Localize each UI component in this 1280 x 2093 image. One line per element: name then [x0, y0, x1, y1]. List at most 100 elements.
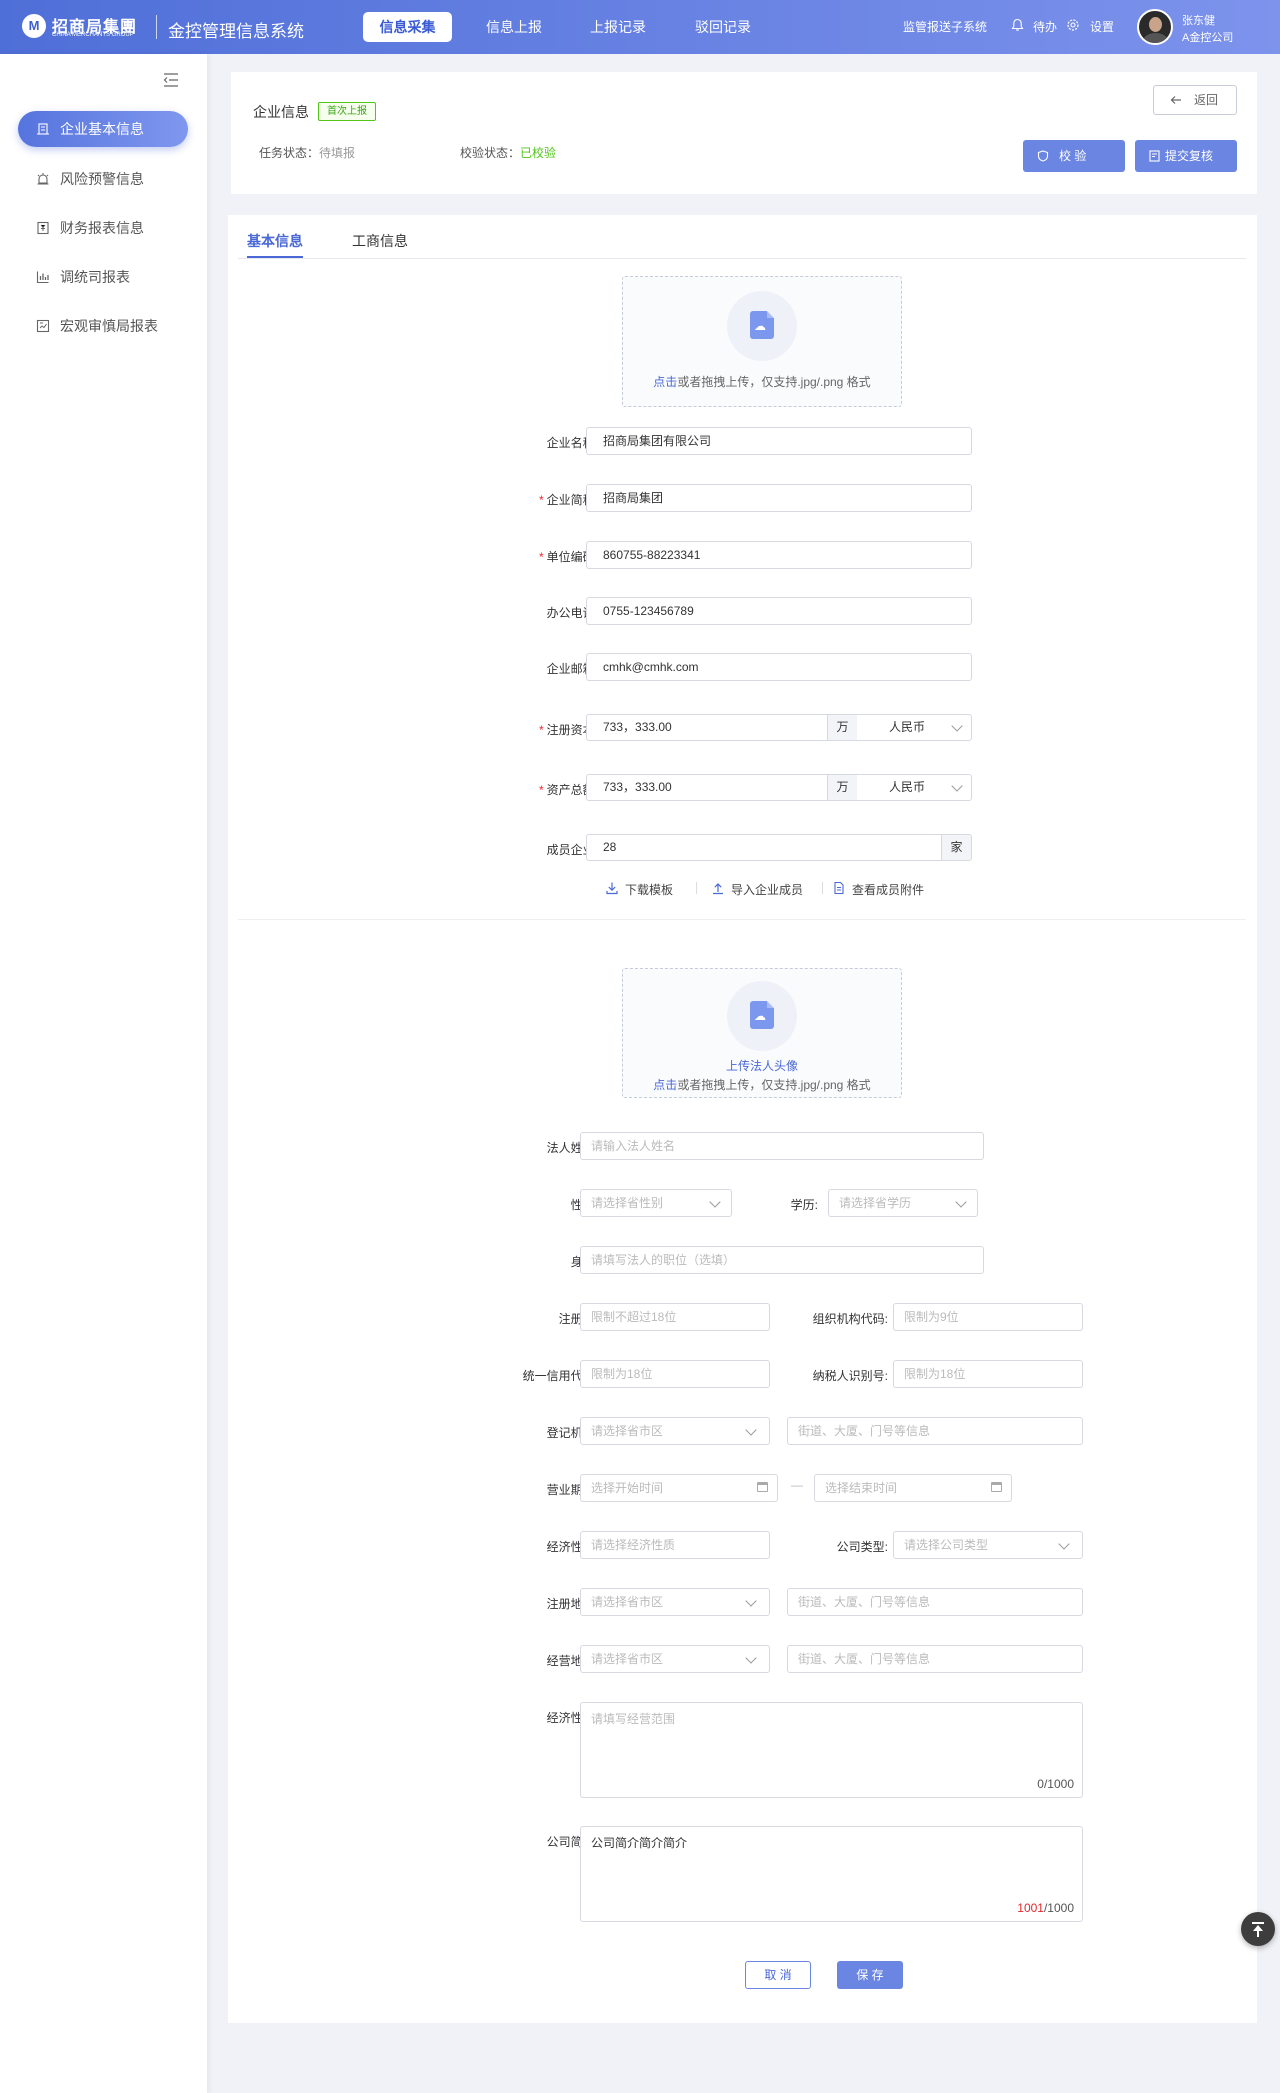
submit-review-label: 提交复核: [1165, 149, 1214, 163]
chevron-down-icon: [745, 1595, 757, 1607]
reg-authority-region-select[interactable]: 请选择省市区: [580, 1417, 770, 1445]
save-button[interactable]: 保 存: [837, 1961, 903, 1989]
legal-name-input[interactable]: 请输入法人姓名: [580, 1132, 984, 1160]
nav-info-report[interactable]: 信息上报: [474, 12, 554, 42]
todo-link[interactable]: 待办: [1033, 18, 1057, 35]
avatar[interactable]: [1137, 9, 1173, 45]
op-address-region-select[interactable]: 请选择省市区: [580, 1645, 770, 1673]
company-type-placeholder: 请选择公司类型: [904, 1538, 989, 1552]
company-type-select[interactable]: 请选择公司类型: [893, 1531, 1083, 1559]
upload-click-link[interactable]: 点击: [653, 1078, 677, 1092]
reg-address-placeholder: 请选择省市区: [591, 1595, 664, 1609]
identity-input[interactable]: 请填写法人的职位（选填）: [580, 1246, 984, 1274]
office-phone-input[interactable]: 0755-123456789: [586, 597, 972, 625]
taxpayer-id-input[interactable]: 限制为18位: [893, 1360, 1083, 1388]
sidebar-item-risk-warning[interactable]: 风险预警信息: [18, 161, 188, 197]
term-end-picker[interactable]: 选择结束时间: [814, 1474, 1012, 1502]
section-divider: [238, 919, 1246, 920]
document-icon: [834, 881, 844, 895]
import-members-label: 导入企业成员: [731, 883, 804, 897]
intro-textarea[interactable]: 公司简介简介简介 1001/1000: [580, 1826, 1083, 1922]
finance-icon: [37, 221, 49, 235]
gender-placeholder: 请选择省性别: [591, 1196, 664, 1210]
nav-info-collect[interactable]: 信息采集: [363, 12, 452, 42]
reg-authority-street-input[interactable]: 街道、大厦、门号等信息: [787, 1417, 1083, 1445]
upload-click-link[interactable]: 点击: [653, 375, 677, 389]
op-address-street-input[interactable]: 街道、大厦、门号等信息: [787, 1645, 1083, 1673]
term-start-picker[interactable]: 选择开始时间: [580, 1474, 778, 1502]
reg-address-region-select[interactable]: 请选择省市区: [580, 1588, 770, 1616]
reg-capital-field[interactable]: 733，333.00 万 人民币: [586, 714, 972, 741]
economic-nature-select[interactable]: 请选择经济性质: [580, 1531, 770, 1559]
logo-upload-area[interactable]: ☁ 点击或者拖拽上传，仅支持.jpg/.png 格式: [622, 276, 902, 407]
taxpayer-id-label: 纳税人识别号:: [812, 1369, 888, 1383]
reg-capital-currency[interactable]: 人民币: [889, 715, 925, 740]
unit-code-input[interactable]: 860755-88223341: [586, 541, 972, 569]
submit-review-button[interactable]: 提交复核: [1135, 140, 1237, 172]
download-icon: [606, 882, 618, 895]
education-select[interactable]: 请选择省学历: [828, 1189, 978, 1217]
upload-icon: ☁: [727, 981, 797, 1051]
calendar-icon: [757, 1482, 768, 1492]
tab-basic-info[interactable]: 基本信息: [247, 231, 303, 258]
sidebar-item-macro[interactable]: 宏观审慎局报表: [18, 308, 188, 344]
back-to-top-icon: [1252, 1922, 1264, 1924]
reg-no-input[interactable]: 限制不超过18位: [580, 1303, 770, 1331]
tool-separator: [696, 882, 697, 894]
edit-doc-icon: [1149, 150, 1160, 162]
menu-collapse-icon[interactable]: [162, 71, 180, 89]
bell-icon[interactable]: [1011, 18, 1024, 32]
subsystem-link[interactable]: 监管报送子系统: [903, 18, 987, 35]
cancel-button[interactable]: 取 消: [745, 1961, 811, 1989]
op-address-placeholder: 请选择省市区: [591, 1652, 664, 1666]
chevron-down-icon: [1058, 1538, 1070, 1550]
calendar-icon: [991, 1482, 1002, 1492]
bar-chart-icon: [36, 271, 49, 284]
validate-button[interactable]: 校 验: [1023, 140, 1125, 172]
company-info-card: 企业信息 首次上报 任务状态：待填报 校验状态：已校验 返回 校 验 提交复核: [231, 72, 1257, 194]
card-title: 企业信息: [253, 104, 309, 120]
term-end-placeholder: 选择结束时间: [825, 1481, 898, 1495]
upload-icon: ☁: [727, 291, 797, 361]
sidebar-item-company-basic[interactable]: 企业基本信息: [18, 111, 188, 147]
avatar-upload-area[interactable]: ☁ 上传法人头像 点击或者拖拽上传，仅支持.jpg/.png 格式: [622, 968, 902, 1098]
term-separator: —: [791, 1478, 803, 1492]
back-to-top-button[interactable]: [1241, 1912, 1275, 1946]
term-start-placeholder: 选择开始时间: [591, 1481, 664, 1495]
short-name-input[interactable]: 招商局集团: [586, 484, 972, 512]
reg-capital-value: 733，333.00: [603, 720, 672, 734]
total-assets-field[interactable]: 733，333.00 万 人民币: [586, 774, 972, 801]
sidebar-item-label: 调统司报表: [60, 269, 130, 285]
logo-divider: [156, 15, 157, 39]
settings-link[interactable]: 设置: [1090, 18, 1114, 35]
intro-char-count: 1001/1000: [1017, 1901, 1074, 1915]
tab-business-info[interactable]: 工商信息: [352, 231, 408, 257]
app-title: 金控管理信息系统: [168, 22, 304, 41]
back-button[interactable]: 返回: [1153, 85, 1237, 115]
scope-textarea[interactable]: 请填写经营范围 0/1000: [580, 1702, 1083, 1798]
scope-placeholder: 请填写经营范围: [591, 1712, 676, 1726]
nav-reject-records[interactable]: 驳回记录: [683, 12, 763, 42]
company-name-input[interactable]: 招商局集团有限公司: [586, 427, 972, 455]
email-input[interactable]: cmhk@cmhk.com: [586, 653, 972, 681]
check-status-value: 已校验: [520, 146, 557, 160]
chevron-down-icon: [955, 1196, 967, 1208]
reg-address-street-input[interactable]: 街道、大厦、门号等信息: [787, 1588, 1083, 1616]
view-attachments-label: 查看成员附件: [852, 883, 925, 897]
nav-report-records[interactable]: 上报记录: [578, 12, 658, 42]
total-assets-currency[interactable]: 人民币: [889, 775, 925, 800]
gender-select[interactable]: 请选择省性别: [580, 1189, 732, 1217]
org-code-input[interactable]: 限制为9位: [893, 1303, 1083, 1331]
chevron-down-icon: [951, 720, 963, 732]
download-template-label: 下载模板: [625, 883, 674, 897]
members-field[interactable]: 28 家: [586, 834, 972, 861]
sidebar-item-finance[interactable]: 财务报表信息: [18, 210, 188, 246]
intro-count-over: 1001: [1017, 1901, 1044, 1915]
credit-code-input[interactable]: 限制为18位: [580, 1360, 770, 1388]
task-status-value: 待填报: [319, 146, 356, 160]
task-status: 任务状态：待填报: [259, 144, 355, 161]
credit-code-label: 统一信用代码:: [522, 1369, 598, 1383]
tab-divider: [238, 258, 1246, 259]
sidebar-item-statistics[interactable]: 调统司报表: [18, 259, 188, 295]
gear-icon[interactable]: [1066, 18, 1080, 32]
